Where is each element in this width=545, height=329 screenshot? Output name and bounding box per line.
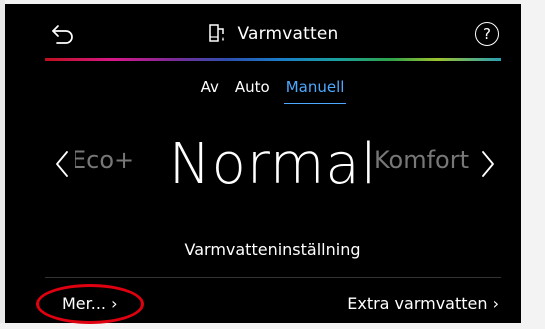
- help-button[interactable]: ?: [475, 22, 499, 46]
- mode-manuell[interactable]: Manuell: [283, 78, 347, 104]
- footer-divider: [45, 277, 501, 278]
- current-option: Normal: [168, 132, 378, 197]
- bezel-top: [0, 0, 545, 4]
- rainbow-divider: [45, 58, 501, 61]
- header-bar: Varmvatten ?: [45, 12, 501, 56]
- water-tap-icon: [209, 24, 225, 42]
- previous-button[interactable]: [51, 146, 75, 182]
- bezel-left: [0, 0, 5, 329]
- highlight-annotation: [36, 284, 144, 324]
- next-button[interactable]: [475, 146, 499, 182]
- chevron-left-icon: [56, 151, 68, 177]
- page-title: Varmvatten: [237, 24, 339, 44]
- help-icon: ?: [483, 25, 491, 43]
- bezel-right: [521, 0, 545, 329]
- setting-label: Varmvatteninställning: [184, 240, 361, 259]
- bezel-bottom: [0, 323, 545, 329]
- header-title-group: Varmvatten: [45, 12, 501, 56]
- back-arrow-icon: [52, 25, 73, 44]
- mode-av[interactable]: Av: [199, 78, 221, 104]
- screen-frame: Varmvatten ? Av Auto Manuell Eco+ Komfor…: [0, 0, 545, 329]
- mode-auto[interactable]: Auto: [233, 78, 272, 104]
- value-selector: Eco+ Komfort Normal: [45, 122, 501, 208]
- back-button[interactable]: [45, 20, 81, 48]
- chevron-right-icon: [482, 151, 494, 177]
- mode-selector: Av Auto Manuell: [0, 78, 545, 104]
- extra-hot-water-button[interactable]: Extra varmvatten ›: [347, 294, 499, 313]
